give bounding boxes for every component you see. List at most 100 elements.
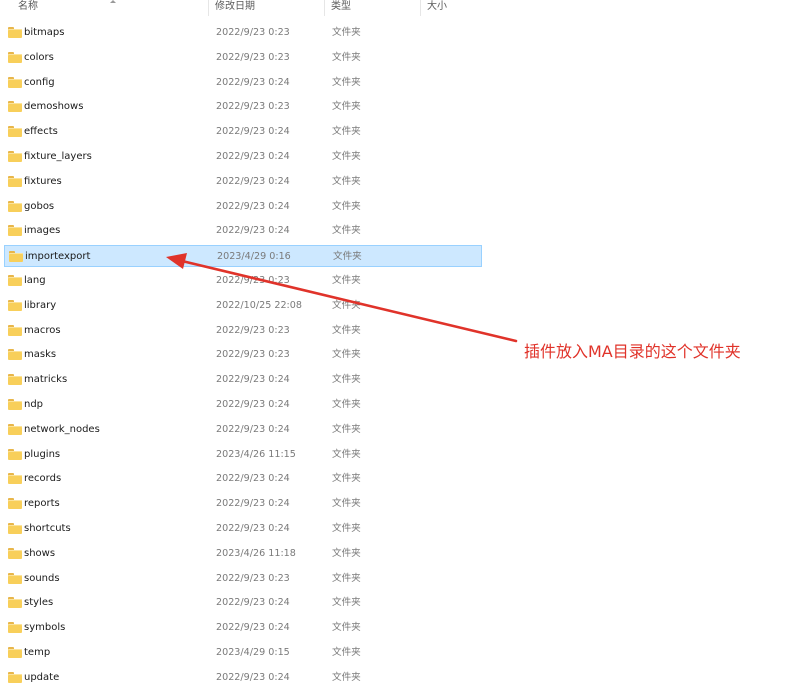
file-type: 文件夹 — [332, 498, 361, 510]
file-name: lang — [24, 275, 46, 286]
file-name: symbols — [24, 622, 66, 634]
file-type: 文件夹 — [332, 671, 361, 683]
file-type: 文件夹 — [332, 448, 361, 460]
column-header: 名称 修改日期 类型 大小 — [0, 0, 486, 16]
modified-date: 2022/9/23 0:24 — [216, 498, 290, 510]
file-type: 文件夹 — [332, 647, 361, 658]
list-item[interactable]: demoshows 2022/9/23 0:23 文件夹 — [4, 96, 482, 118]
list-item[interactable]: ndp 2022/9/23 0:24 文件夹 — [4, 394, 482, 416]
file-name: records — [24, 473, 62, 485]
file-type: 文件夹 — [332, 523, 361, 534]
modified-date: 2022/9/23 0:24 — [216, 671, 290, 683]
file-name: reports — [24, 498, 60, 510]
list-item[interactable]: reports 2022/9/23 0:24 文件夹 — [4, 493, 482, 515]
folder-icon — [8, 671, 22, 683]
file-type: 文件夹 — [332, 547, 361, 559]
list-item[interactable]: temp 2023/4/29 0:15 文件夹 — [4, 642, 482, 664]
modified-date: 2023/4/29 0:15 — [216, 647, 290, 658]
folder-icon — [8, 473, 22, 485]
file-type: 文件夹 — [332, 324, 361, 336]
list-item[interactable]: images 2022/9/23 0:24 文件夹 — [4, 220, 482, 242]
modified-date: 2022/9/23 0:24 — [216, 523, 290, 534]
modified-date: 2022/9/23 0:24 — [216, 225, 290, 237]
list-item[interactable]: lang 2022/9/23 0:23 文件夹 — [4, 270, 482, 292]
list-item[interactable]: symbols 2022/9/23 0:24 文件夹 — [4, 617, 482, 639]
folder-icon — [8, 498, 22, 510]
folder-icon — [8, 374, 22, 386]
folder-icon — [8, 76, 22, 88]
folder-icon — [9, 251, 23, 263]
list-item[interactable]: shortcuts 2022/9/23 0:24 文件夹 — [4, 518, 482, 540]
list-item[interactable]: styles 2022/9/23 0:24 文件夹 — [4, 592, 482, 614]
list-item[interactable]: masks 2022/9/23 0:23 文件夹 — [4, 344, 482, 366]
folder-icon — [8, 448, 22, 460]
folder-icon — [8, 151, 22, 162]
folder-icon — [8, 572, 22, 584]
file-type: 文件夹 — [332, 200, 361, 212]
folder-icon — [8, 275, 22, 286]
modified-date: 2023/4/26 11:15 — [216, 448, 296, 460]
list-item[interactable]: shows 2023/4/26 11:18 文件夹 — [4, 543, 482, 565]
list-item[interactable]: colors 2022/9/23 0:23 文件夹 — [4, 47, 482, 69]
file-name: colors — [24, 51, 54, 63]
file-type: 文件夹 — [332, 597, 361, 609]
column-size[interactable]: 大小 — [420, 0, 486, 16]
file-name: macros — [24, 324, 61, 336]
modified-date: 2022/9/23 0:24 — [216, 200, 290, 212]
column-date[interactable]: 修改日期 — [208, 0, 324, 16]
list-item[interactable]: update 2022/9/23 0:24 文件夹 — [4, 667, 482, 689]
list-item[interactable]: network_nodes 2022/9/23 0:24 文件夹 — [4, 419, 482, 441]
file-name: library — [24, 299, 57, 311]
list-item[interactable]: config 2022/9/23 0:24 文件夹 — [4, 72, 482, 94]
list-item[interactable]: fixtures 2022/9/23 0:24 文件夹 — [4, 171, 482, 193]
folder-icon — [8, 299, 22, 311]
file-name: demoshows — [24, 101, 84, 113]
list-item[interactable]: effects 2022/9/23 0:24 文件夹 — [4, 121, 482, 143]
file-name: temp — [24, 647, 51, 658]
list-item[interactable]: bitmaps 2022/9/23 0:23 文件夹 — [4, 22, 482, 44]
folder-icon — [8, 523, 22, 534]
list-item[interactable]: fixture_layers 2022/9/23 0:24 文件夹 — [4, 146, 482, 168]
file-name: sounds — [24, 572, 60, 584]
list-item[interactable]: plugins 2023/4/26 11:15 文件夹 — [4, 444, 482, 466]
file-name: fixture_layers — [24, 151, 92, 162]
modified-date: 2022/9/23 0:24 — [216, 473, 290, 485]
folder-icon — [8, 547, 22, 559]
file-name: shortcuts — [24, 523, 71, 534]
annotation-label: 插件放入MA目录的这个文件夹 — [524, 342, 741, 361]
column-type[interactable]: 类型 — [324, 0, 420, 16]
file-name: plugins — [24, 448, 61, 460]
file-type: 文件夹 — [332, 101, 361, 113]
list-item[interactable]: macros 2022/9/23 0:23 文件夹 — [4, 320, 482, 342]
list-item[interactable]: gobos 2022/9/23 0:24 文件夹 — [4, 196, 482, 218]
file-name: ndp — [24, 399, 44, 410]
folder-icon — [8, 622, 22, 634]
folder-icon — [8, 101, 22, 113]
file-type: 文件夹 — [332, 299, 361, 311]
file-name: importexport — [25, 251, 91, 263]
file-type: 文件夹 — [332, 349, 361, 361]
file-type: 文件夹 — [332, 399, 361, 410]
file-name: shows — [24, 547, 56, 559]
modified-date: 2022/9/23 0:24 — [216, 151, 290, 162]
folder-icon — [8, 225, 22, 237]
file-name: update — [24, 671, 60, 683]
modified-date: 2022/9/23 0:23 — [216, 27, 290, 38]
sort-up-icon — [110, 0, 116, 3]
modified-date: 2022/9/23 0:24 — [216, 126, 290, 138]
file-type: 文件夹 — [332, 622, 361, 634]
list-item[interactable]: importexport 2023/4/29 0:16 文件夹 — [4, 245, 482, 268]
modified-date: 2022/9/23 0:23 — [216, 275, 290, 286]
modified-date: 2022/9/23 0:23 — [216, 51, 290, 63]
list-item[interactable]: records 2022/9/23 0:24 文件夹 — [4, 468, 482, 490]
modified-date: 2022/9/23 0:24 — [216, 622, 290, 634]
modified-date: 2022/10/25 22:08 — [216, 299, 302, 311]
file-type: 文件夹 — [332, 27, 361, 38]
file-name: styles — [24, 597, 54, 609]
list-item[interactable]: matricks 2022/9/23 0:24 文件夹 — [4, 369, 482, 391]
file-type: 文件夹 — [332, 473, 361, 485]
modified-date: 2022/9/23 0:23 — [216, 572, 290, 584]
file-type: 文件夹 — [332, 374, 361, 386]
list-item[interactable]: library 2022/10/25 22:08 文件夹 — [4, 295, 482, 317]
list-item[interactable]: sounds 2022/9/23 0:23 文件夹 — [4, 568, 482, 590]
